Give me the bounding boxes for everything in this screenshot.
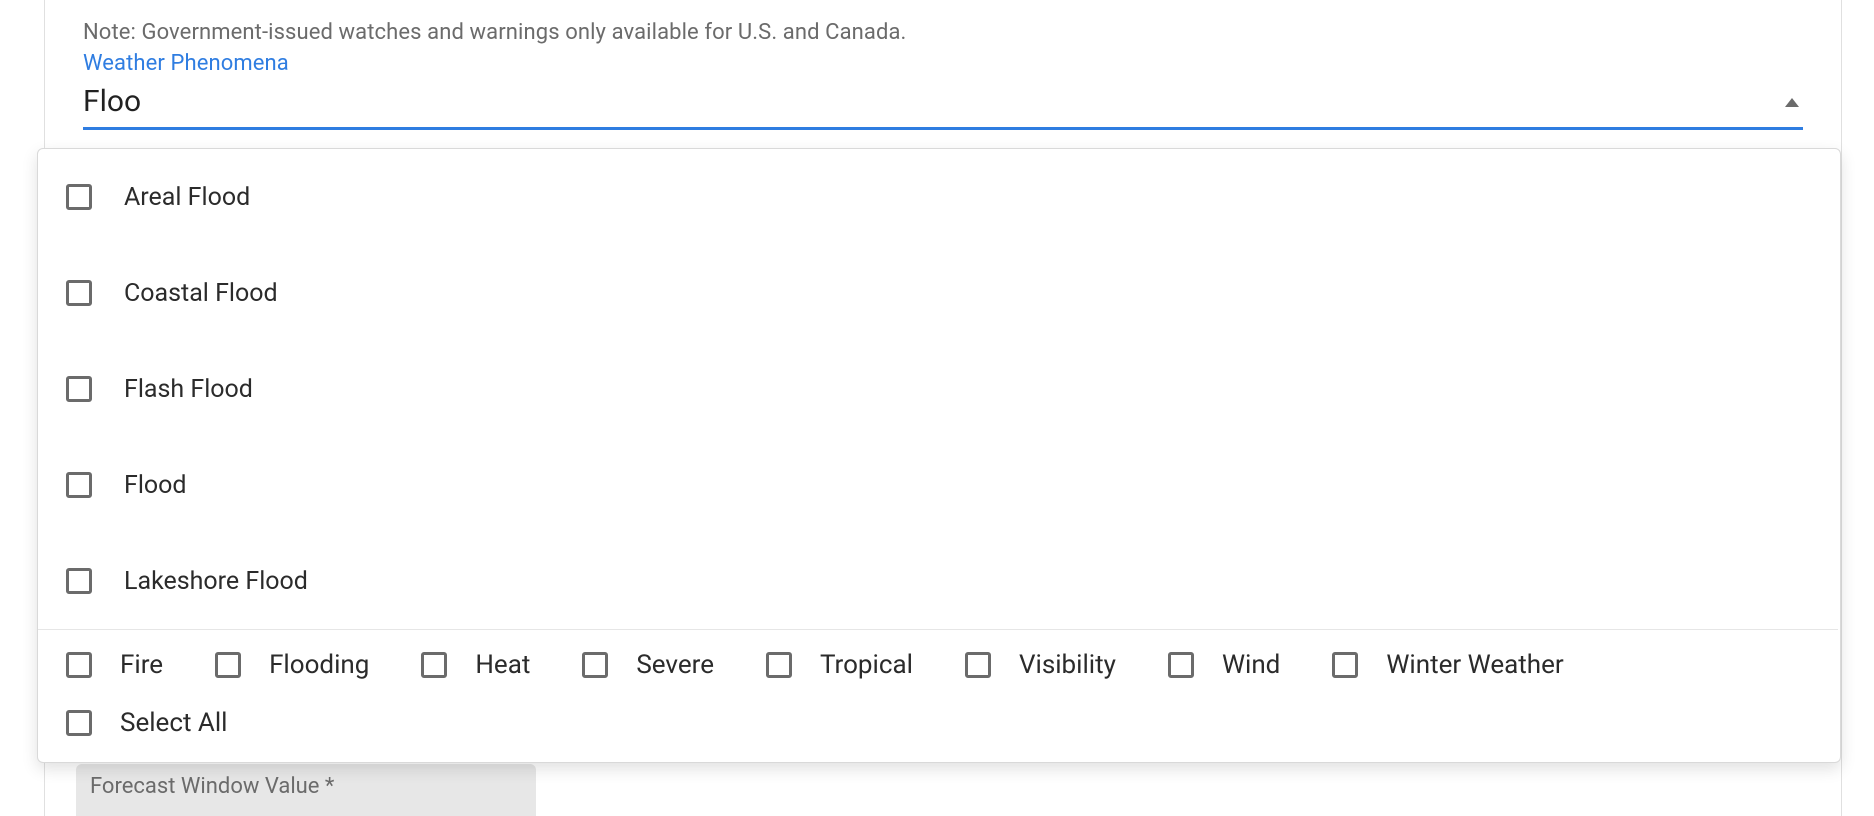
field-label-weather-phenomena: Weather Phenomena (83, 51, 1803, 76)
category-label: Heat (475, 650, 530, 680)
category-label: Visibility (1019, 650, 1116, 680)
select-all-label: Select All (120, 708, 228, 738)
category-heat[interactable]: Heat (421, 650, 530, 680)
category-tropical[interactable]: Tropical (766, 650, 913, 680)
category-visibility[interactable]: Visibility (965, 650, 1116, 680)
option-flash-flood[interactable]: Flash Flood (38, 341, 1838, 437)
checkbox-icon[interactable] (1332, 652, 1358, 678)
checkbox-icon[interactable] (66, 472, 92, 498)
checkbox-icon[interactable] (66, 568, 92, 594)
option-lakeshore-flood[interactable]: Lakeshore Flood (38, 533, 1838, 629)
checkbox-icon[interactable] (421, 652, 447, 678)
note-text: Note: Government-issued watches and warn… (83, 20, 1803, 45)
option-label: Lakeshore Flood (124, 567, 308, 596)
checkbox-icon[interactable] (965, 652, 991, 678)
category-label: Tropical (820, 650, 913, 680)
option-areal-flood[interactable]: Areal Flood (38, 149, 1838, 245)
forecast-window-value-field[interactable]: Forecast Window Value * (76, 764, 536, 816)
checkbox-icon[interactable] (66, 280, 92, 306)
option-label: Flash Flood (124, 375, 253, 404)
category-label: Fire (120, 650, 163, 680)
category-severe[interactable]: Severe (582, 650, 714, 680)
checkbox-icon[interactable] (66, 376, 92, 402)
checkbox-icon[interactable] (66, 184, 92, 210)
category-filter-row: Fire Flooding Heat Severe Tropical Visib… (38, 630, 1840, 680)
category-label: Severe (636, 650, 714, 680)
category-fire[interactable]: Fire (66, 650, 163, 680)
category-label: Winter Weather (1386, 650, 1563, 680)
chevron-up-icon[interactable] (1785, 98, 1799, 107)
checkbox-icon[interactable] (1168, 652, 1194, 678)
category-label: Wind (1222, 650, 1280, 680)
search-input-wrap (83, 80, 1803, 130)
select-all[interactable]: Select All (38, 680, 1840, 762)
weather-phenomena-search-input[interactable] (83, 80, 1803, 127)
category-flooding[interactable]: Flooding (215, 650, 369, 680)
option-label: Coastal Flood (124, 279, 278, 308)
checkbox-icon[interactable] (66, 710, 92, 736)
checkbox-icon[interactable] (66, 652, 92, 678)
checkbox-icon[interactable] (215, 652, 241, 678)
option-label: Areal Flood (124, 183, 250, 212)
option-label: Flood (124, 471, 187, 500)
option-flood[interactable]: Flood (38, 437, 1838, 533)
page-root: Note: Government-issued watches and warn… (0, 0, 1874, 816)
forecast-window-label: Forecast Window Value * (90, 774, 334, 799)
category-label: Flooding (269, 650, 369, 680)
category-wind[interactable]: Wind (1168, 650, 1280, 680)
autocomplete-dropdown-panel: Areal Flood Coastal Flood Flash Flood Fl… (37, 148, 1841, 763)
checkbox-icon[interactable] (582, 652, 608, 678)
dropdown-options-list[interactable]: Areal Flood Coastal Flood Flash Flood Fl… (38, 149, 1838, 630)
input-underline (83, 127, 1803, 130)
checkbox-icon[interactable] (766, 652, 792, 678)
category-winter-weather[interactable]: Winter Weather (1332, 650, 1563, 680)
option-coastal-flood[interactable]: Coastal Flood (38, 245, 1838, 341)
